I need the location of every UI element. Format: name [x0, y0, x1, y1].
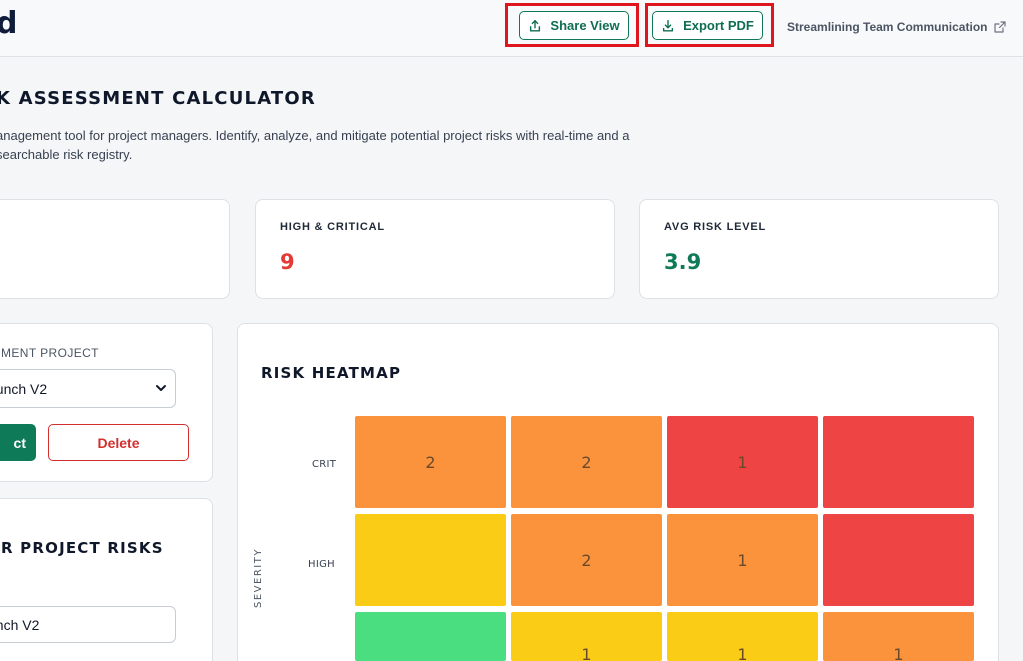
stat-card-avg-risk: AVG RISK LEVEL 3.9: [639, 199, 999, 299]
stat-card-high-critical: HIGH & CRITICAL 9: [255, 199, 615, 299]
heatmap-cell[interactable]: 2: [511, 514, 662, 606]
stat-value-high-critical: 9: [280, 250, 295, 274]
stat-card-total: [0, 199, 230, 299]
heatmap-cell[interactable]: 2: [355, 416, 506, 508]
heatmap-cell[interactable]: [823, 514, 974, 606]
risks-panel-title: R PROJECT RISKS: [1, 539, 164, 557]
project-field-label: MENT PROJECT: [1, 346, 99, 360]
external-link[interactable]: Streamlining Team Communication: [787, 20, 1007, 34]
heatmap-row-label-high: HIGH: [308, 559, 335, 570]
project-select[interactable]: aunch V2: [0, 369, 176, 408]
export-pdf-button[interactable]: Export PDF: [652, 11, 763, 40]
delete-project-button[interactable]: Delete: [48, 424, 189, 461]
heatmap-cell[interactable]: [823, 416, 974, 508]
heatmap-cell[interactable]: 1: [667, 416, 818, 508]
app-logo[interactable]: d: [0, 6, 17, 41]
page-title: K ASSESSMENT CALCULATOR: [0, 88, 316, 109]
chevron-down-icon: [156, 385, 166, 391]
stat-label-high-critical: HIGH & CRITICAL: [280, 221, 385, 233]
heatmap-cell[interactable]: 2: [511, 416, 662, 508]
stat-value-avg-risk: 3.9: [664, 250, 702, 274]
heatmap-cell[interactable]: 1: [667, 612, 818, 661]
project-select-value: aunch V2: [0, 380, 48, 397]
heatmap-cell[interactable]: 1: [511, 612, 662, 661]
page-description: anagement tool for project managers. Ide…: [0, 128, 630, 162]
share-view-label: Share View: [550, 18, 620, 33]
external-link-label: Streamlining Team Communication: [787, 20, 988, 34]
external-link-icon: [994, 21, 1007, 33]
heatmap-cell[interactable]: [355, 612, 506, 661]
stat-label-avg-risk: AVG RISK LEVEL: [664, 221, 767, 233]
top-bar: d Share View Export PDF Streamlining Tea…: [0, 0, 1023, 57]
heatmap-title: RISK HEATMAP: [261, 364, 402, 382]
project-panel: MENT PROJECT aunch V2 ct Delete: [0, 323, 213, 482]
download-icon: [663, 19, 674, 32]
heatmap-cell[interactable]: 1: [667, 514, 818, 606]
heatmap-cell[interactable]: 1: [823, 612, 974, 661]
select-project-button[interactable]: ct: [0, 424, 36, 461]
heatmap-cell[interactable]: [355, 514, 506, 606]
share-icon: [530, 19, 541, 32]
export-pdf-label: Export PDF: [683, 18, 754, 33]
risk-project-input[interactable]: unch V2: [0, 606, 176, 643]
heatmap-row-label-crit: CRIT: [312, 459, 337, 470]
share-view-button[interactable]: Share View: [519, 11, 629, 40]
heatmap-axis-label: SEVERITY: [253, 548, 264, 608]
risks-panel: R PROJECT RISKS unch V2: [0, 498, 213, 661]
